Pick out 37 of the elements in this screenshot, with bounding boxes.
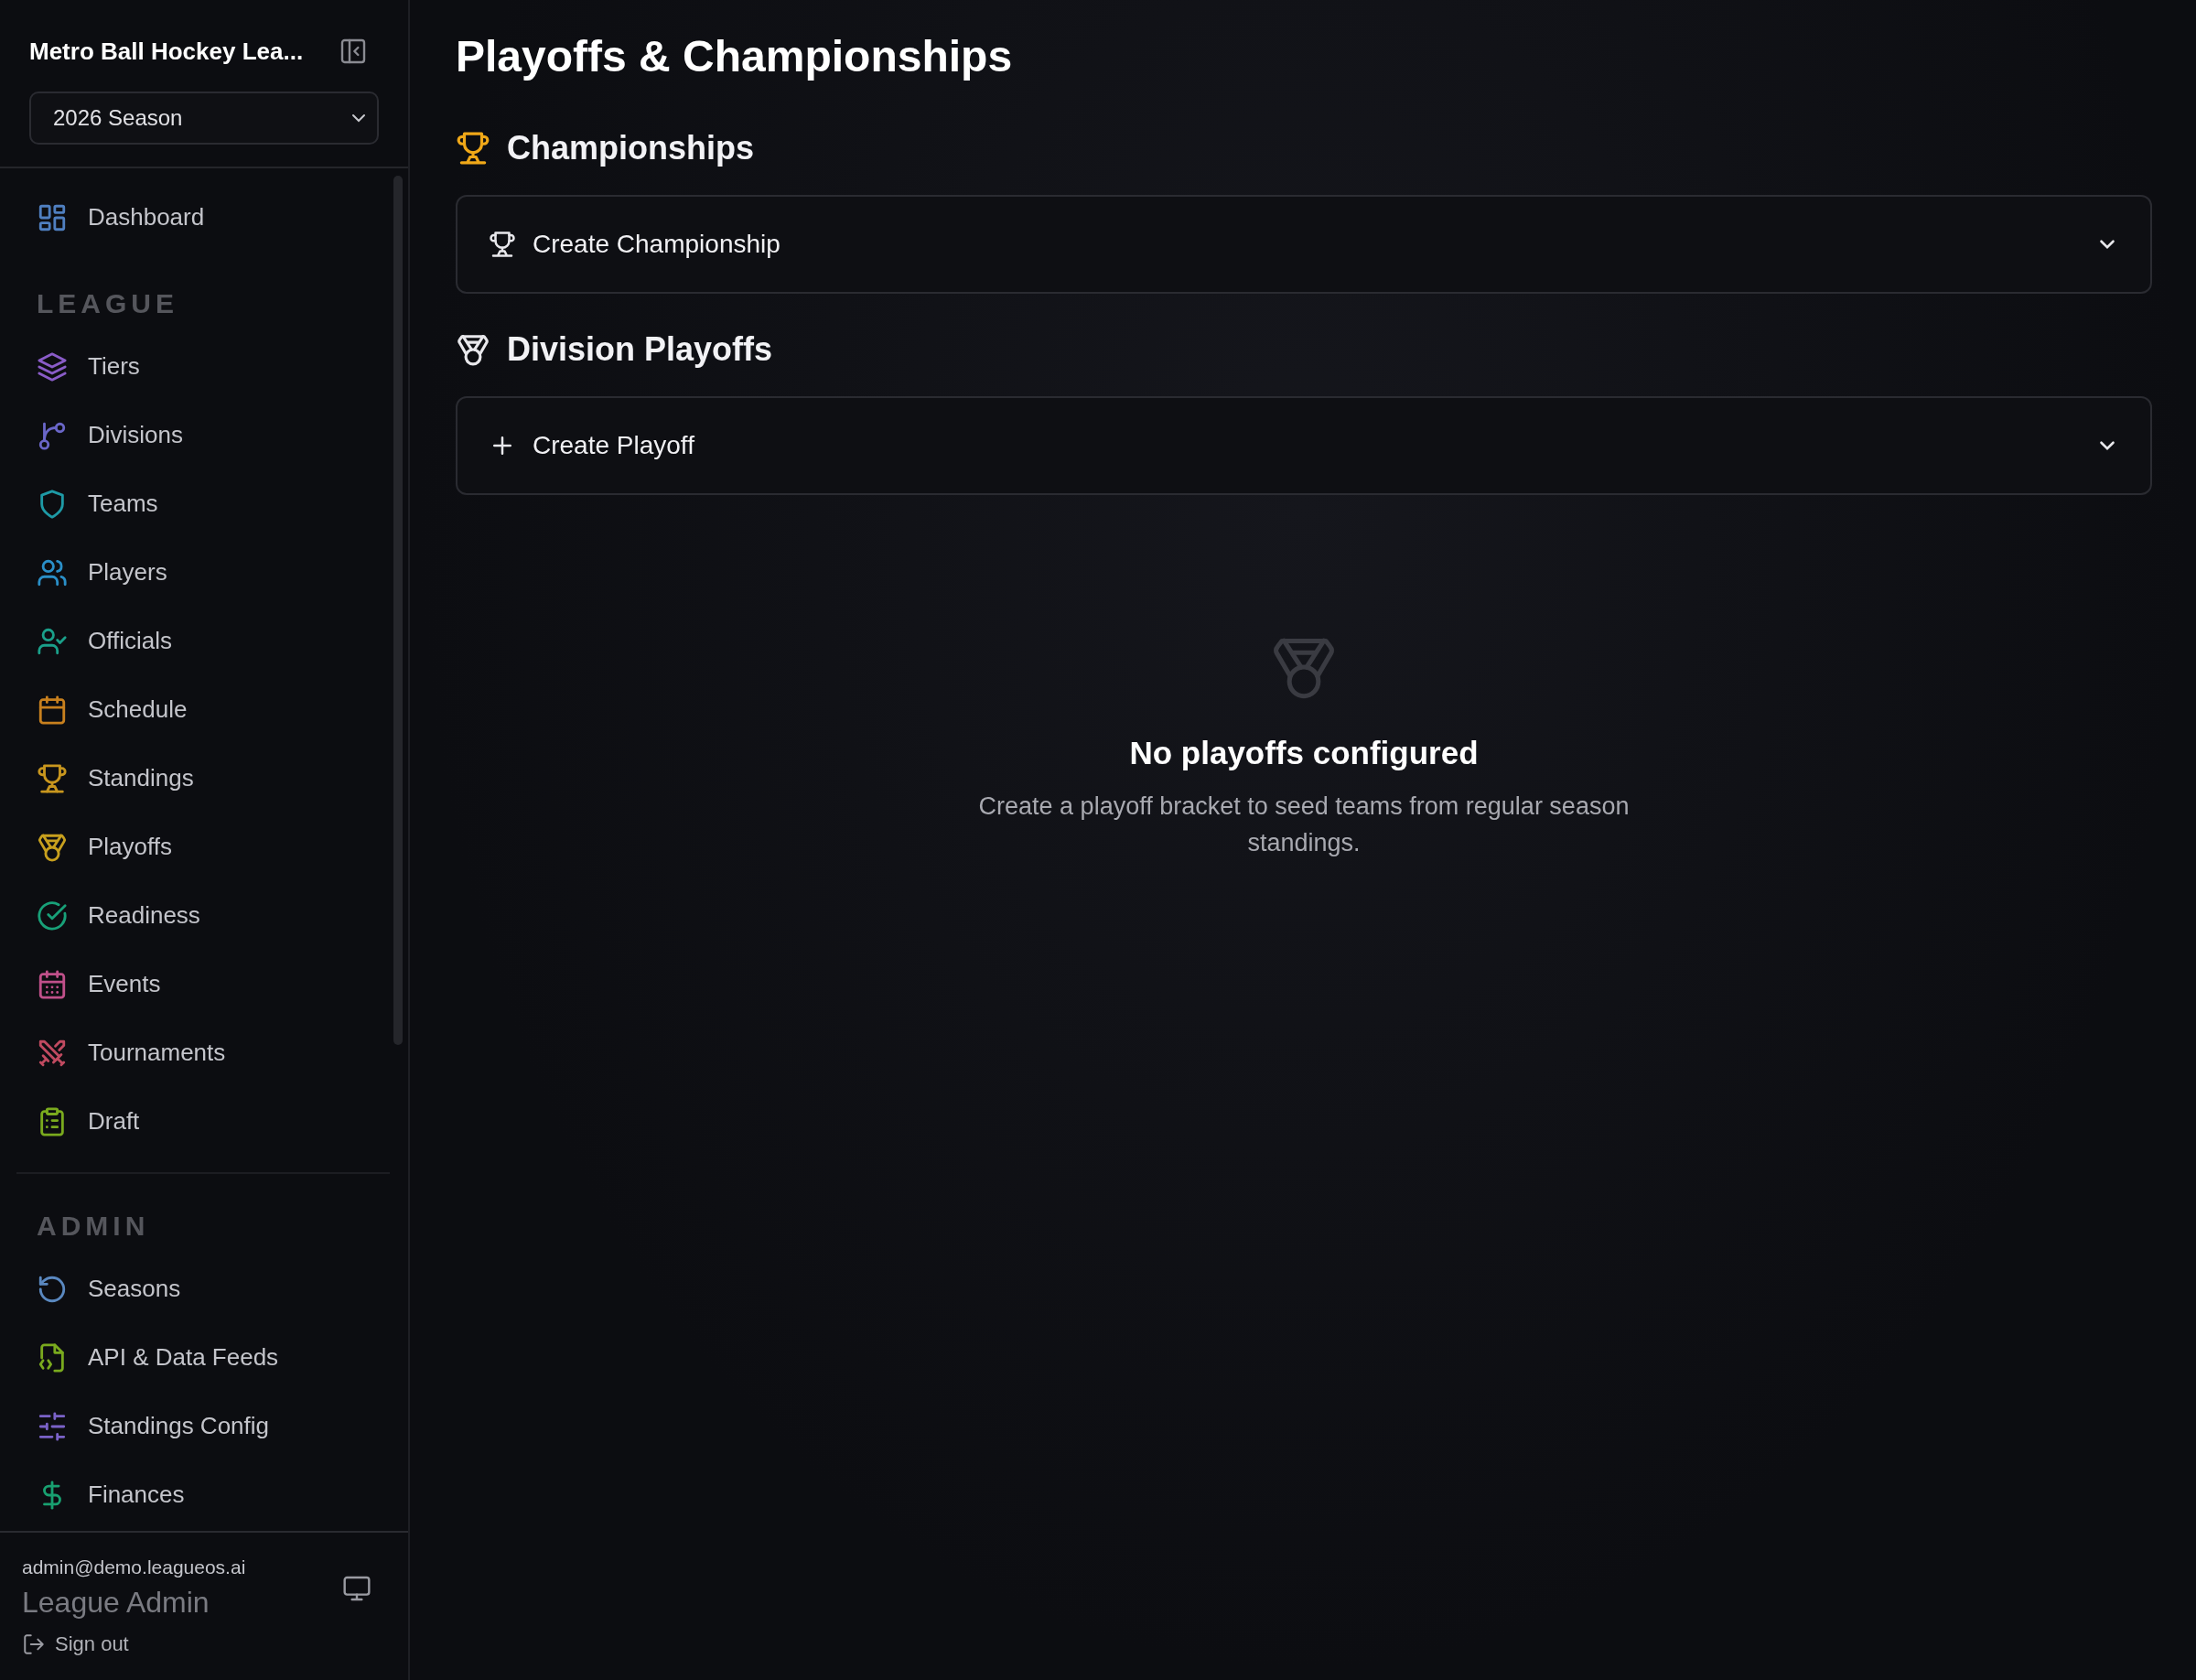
nav-item[interactable]: Finances [16, 1460, 390, 1529]
trophy-icon [489, 231, 516, 258]
page-title: Playoffs & Championships [456, 31, 1014, 81]
collapsible-panel[interactable]: Create Playoff [456, 396, 2152, 495]
nav-item[interactable]: Divisions [16, 401, 390, 469]
nav-item[interactable]: Players [16, 538, 390, 607]
sign-out-link[interactable]: Sign out [22, 1632, 129, 1656]
nav-item[interactable]: Seasons [16, 1255, 390, 1323]
empty-state-message: Create a playoff bracket to seed teams from regular season standings. [977, 792, 1631, 858]
nav-item[interactable]: Tournaments [16, 1018, 390, 1087]
nav-item[interactable]: Playoffs [16, 813, 390, 881]
trophy-icon [456, 131, 490, 166]
user-role: League Admin [22, 1586, 210, 1620]
nav-item[interactable]: API & Data Feeds [16, 1323, 390, 1392]
section-heading: Division Playoffs [507, 330, 773, 369]
empty-state-title: No playoffs configured [1129, 735, 1479, 771]
section-heading: ADMIN [36, 1210, 151, 1243]
nav-item[interactable]: Draft [16, 1087, 390, 1156]
nav-item[interactable]: Schedule [16, 675, 390, 744]
nav-item[interactable]: Tiers [16, 332, 390, 401]
nav-item[interactable]: Standings Config [16, 1392, 390, 1460]
collapsible-panel[interactable]: Create Championship [456, 195, 2152, 294]
section-heading: Championships [507, 129, 755, 167]
season-select[interactable]: 2026 Season [29, 92, 379, 145]
nav-item[interactable]: Dashboard [16, 183, 390, 252]
section-heading: LEAGUE [36, 287, 179, 320]
sign-out-icon [22, 1632, 46, 1656]
sidebar-collapse-icon[interactable] [339, 37, 368, 66]
scrollbar-thumb[interactable] [393, 176, 403, 1045]
nav-item[interactable]: Standings [16, 744, 390, 813]
nav-item[interactable]: Readiness [16, 881, 390, 950]
user-email: admin@demo.leagueos.ai [22, 1556, 246, 1578]
league-name: Metro Ball Hockey Lea... [29, 37, 304, 66]
medal-icon [456, 332, 490, 367]
nav-item[interactable]: Events [16, 950, 390, 1018]
nav-item[interactable]: Officials [16, 607, 390, 675]
nav-item[interactable]: Teams [16, 469, 390, 538]
